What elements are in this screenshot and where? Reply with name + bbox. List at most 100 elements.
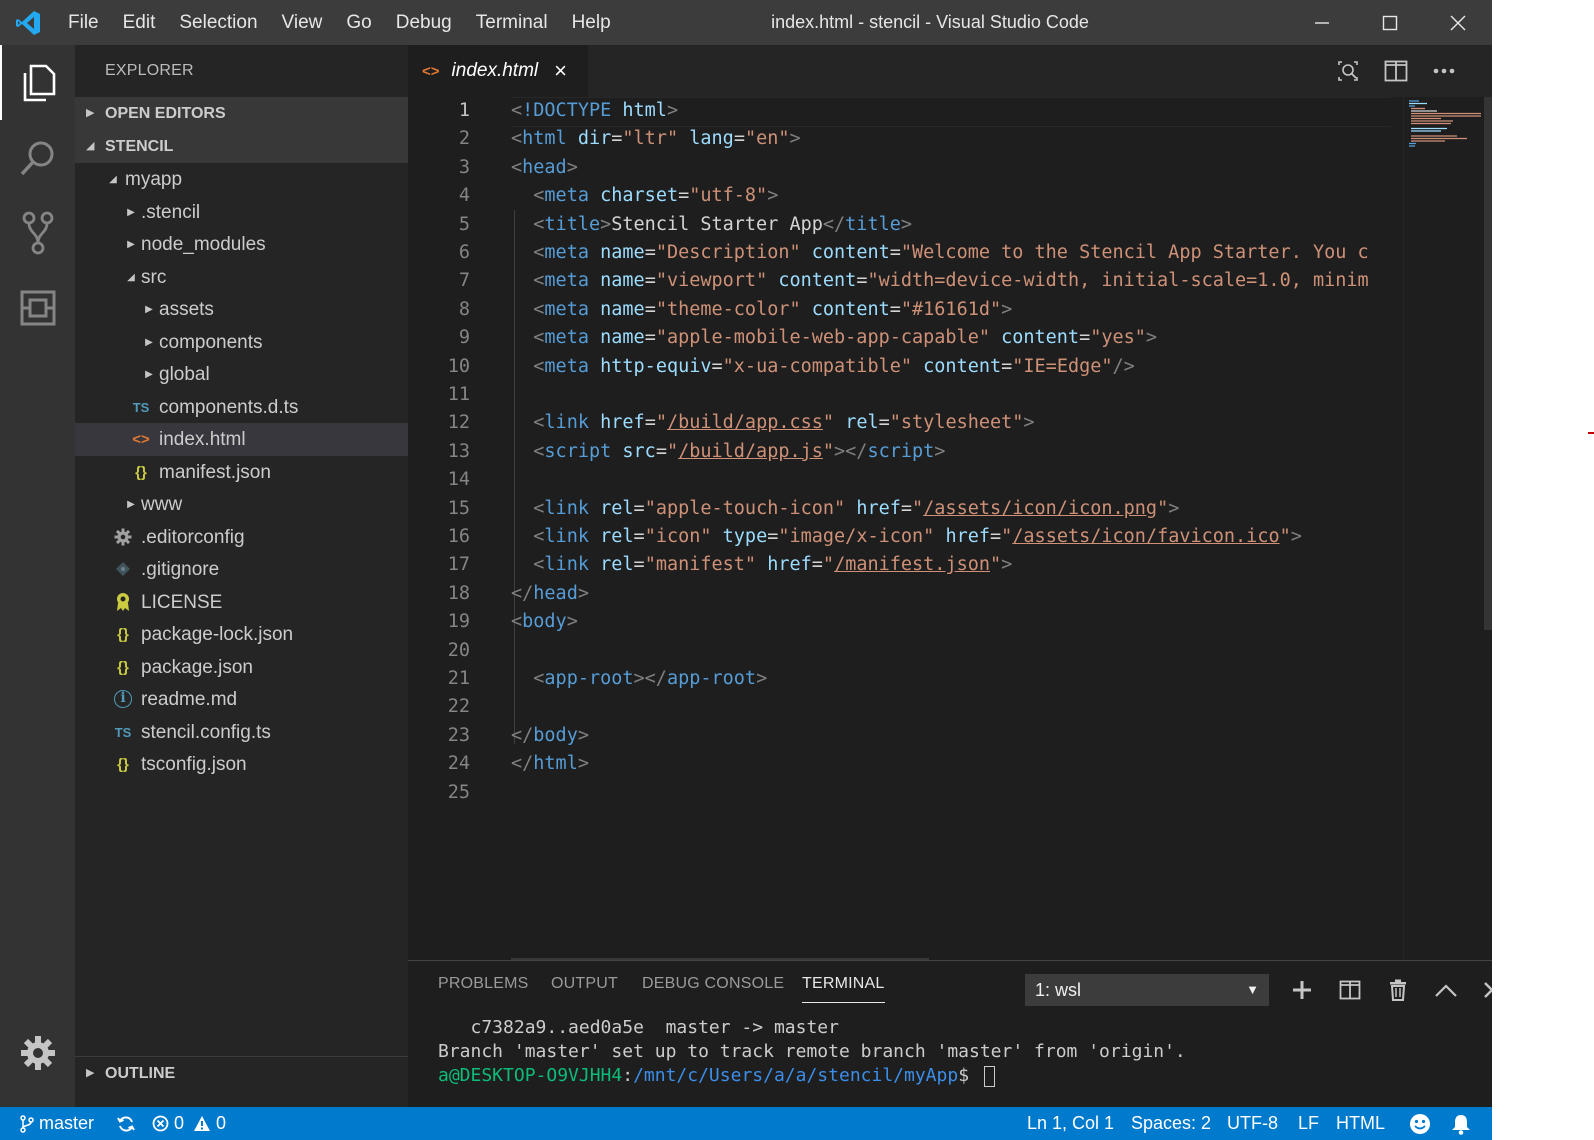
- settings-gear-icon[interactable]: [0, 1015, 75, 1090]
- code-attribute: name: [600, 327, 645, 349]
- code-operator: =: [644, 298, 656, 320]
- tree-file[interactable]: i readme.md: [75, 683, 408, 716]
- code-attribute: rel: [600, 497, 634, 519]
- tab-index-html[interactable]: <> index.html ×: [408, 45, 588, 97]
- tab-problems[interactable]: PROBLEMS: [438, 961, 529, 1007]
- tab-debug-console[interactable]: DEBUG CONSOLE: [642, 961, 784, 1007]
- code-editor[interactable]: 1 <!DOCTYPE html> 2 <html dir="ltr" lang="e…: [408, 97, 1408, 960]
- close-tab-icon[interactable]: ×: [554, 58, 567, 84]
- feedback-smiley-icon[interactable]: [1409, 1107, 1431, 1140]
- tab-output[interactable]: OUTPUT: [551, 961, 618, 1007]
- vertical-scrollbar[interactable]: [1484, 97, 1492, 630]
- kill-terminal-trash-icon[interactable]: [1378, 971, 1418, 1009]
- minimize-button[interactable]: [1288, 0, 1356, 45]
- minimap[interactable]: [1403, 97, 1483, 960]
- menu-go[interactable]: Go: [334, 0, 383, 45]
- code-operator: =: [644, 242, 656, 263]
- split-terminal-icon[interactable]: [1330, 971, 1370, 1009]
- more-actions-icon[interactable]: [1420, 45, 1468, 97]
- maximize-panel-chevron-up-icon[interactable]: [1426, 971, 1466, 1009]
- section-title: OPEN EDITORS: [105, 105, 226, 122]
- code-punctuation: >: [566, 611, 578, 633]
- close-panel-icon[interactable]: [1472, 971, 1492, 1009]
- split-editor-icon[interactable]: [1372, 45, 1420, 97]
- tree-file[interactable]: LICENSE: [75, 586, 408, 619]
- code-content: <link rel="apple-touch-icon" href="/asse…: [511, 495, 1179, 523]
- tree-file[interactable]: {} tsconfig.json: [75, 748, 408, 781]
- tree-folder[interactable]: ▶ www: [75, 488, 408, 521]
- tree-folder[interactable]: ▶ global: [75, 358, 408, 391]
- code-link[interactable]: /assets/icon/icon.png: [923, 498, 1157, 519]
- search-icon[interactable]: [0, 120, 75, 195]
- tab-terminal[interactable]: TERMINAL: [802, 961, 885, 1007]
- problems-indicator[interactable]: 0 0: [152, 1107, 226, 1140]
- menu-selection[interactable]: Selection: [167, 0, 269, 45]
- code-line: 2 <html dir="ltr" lang="en">: [408, 125, 1408, 153]
- tree-file[interactable]: .editorconfig: [75, 521, 408, 554]
- sync-icon[interactable]: [117, 1107, 135, 1140]
- tree-folder[interactable]: ▶ .stencil: [75, 196, 408, 229]
- tree-folder[interactable]: ▶ components: [75, 326, 408, 359]
- code-attribute: dir: [577, 128, 612, 150]
- line-number: 17: [447, 554, 470, 576]
- menu-file[interactable]: File: [56, 0, 111, 45]
- tree-folder[interactable]: ▶ assets: [75, 293, 408, 326]
- open-preview-icon[interactable]: [1324, 45, 1372, 97]
- language-mode[interactable]: HTML: [1336, 1107, 1385, 1140]
- code-link[interactable]: /build/app.js: [678, 441, 823, 462]
- code-attribute: content: [923, 355, 1002, 377]
- branch-indicator[interactable]: master: [20, 1107, 94, 1140]
- code-link[interactable]: /assets/icon/favicon.ico: [1012, 526, 1279, 547]
- end-of-line[interactable]: LF: [1298, 1107, 1319, 1140]
- line-number: 16: [447, 526, 470, 547]
- code-attribute: href: [767, 554, 812, 576]
- code-punctuation: >: [1001, 298, 1013, 320]
- code-content: <title>Stencil Starter App</title>: [511, 211, 912, 239]
- explorer-files-icon[interactable]: [0, 45, 75, 120]
- tree-file[interactable]: {} manifest.json: [75, 456, 408, 489]
- code-punctuation: <: [533, 412, 545, 434]
- tree-file[interactable]: .gitignore: [75, 553, 408, 586]
- outline-section[interactable]: ▶ OUTLINE: [75, 1056, 408, 1089]
- new-terminal-plus-icon[interactable]: [1282, 971, 1322, 1009]
- code-tag: html: [522, 128, 567, 150]
- open-editors-section[interactable]: ▶ OPEN EDITORS: [75, 97, 408, 130]
- prompt-suffix: $: [958, 1065, 980, 1086]
- extensions-icon[interactable]: [0, 270, 75, 345]
- terminal-select-dropdown[interactable]: 1: wsl ▼: [1025, 974, 1269, 1006]
- code-punctuation: >: [1168, 497, 1180, 519]
- terminal-output[interactable]: c7382a9..aed0a5e master -> master Branch…: [438, 1016, 1478, 1088]
- code-attribute: charset: [600, 185, 679, 207]
- source-control-icon[interactable]: [0, 195, 75, 270]
- code-content: <meta name="theme-color" content="#16161…: [511, 296, 1012, 324]
- code-tag: link: [544, 412, 589, 434]
- tree-file[interactable]: {} package-lock.json: [75, 618, 408, 651]
- tree-item-label: src: [141, 266, 167, 288]
- close-window-button[interactable]: [1424, 0, 1492, 45]
- tree-folder[interactable]: ◢ myapp: [75, 163, 408, 196]
- tree-file[interactable]: <> index.html: [75, 423, 408, 456]
- menu-terminal[interactable]: Terminal: [464, 0, 560, 45]
- maximize-button[interactable]: [1356, 0, 1424, 45]
- code-punctuation: <: [533, 668, 545, 689]
- encoding[interactable]: UTF-8: [1227, 1107, 1278, 1140]
- menu-edit[interactable]: Edit: [111, 0, 168, 45]
- tree-folder[interactable]: ▶ node_modules: [75, 228, 408, 261]
- project-section[interactable]: ◢ STENCIL: [75, 130, 408, 163]
- warning-icon: [194, 1116, 211, 1131]
- menu-view[interactable]: View: [270, 0, 335, 45]
- cursor-position[interactable]: Ln 1, Col 1: [1027, 1107, 1114, 1140]
- menu-help[interactable]: Help: [560, 0, 623, 45]
- code-link[interactable]: /build/app.css: [667, 412, 823, 433]
- indentation[interactable]: Spaces: 2: [1131, 1107, 1211, 1140]
- tree-folder[interactable]: ◢ src: [75, 261, 408, 294]
- notifications-bell-icon[interactable]: [1451, 1107, 1471, 1140]
- code-link[interactable]: /manifest.json: [834, 554, 990, 575]
- menu-debug[interactable]: Debug: [384, 0, 464, 45]
- tree-file[interactable]: {} package.json: [75, 651, 408, 684]
- tree-file[interactable]: TS stencil.config.ts: [75, 716, 408, 749]
- code-line: 7 <meta name="viewport" content="width=d…: [408, 267, 1408, 295]
- tree-file[interactable]: TS components.d.ts: [75, 391, 408, 424]
